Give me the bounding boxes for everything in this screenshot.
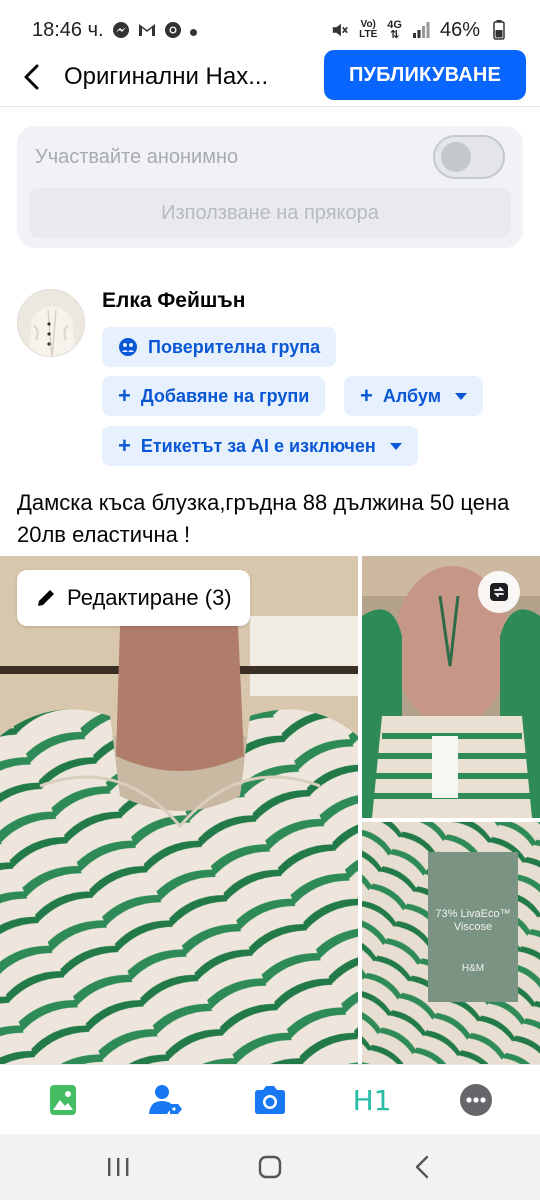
reorder-media-button[interactable] xyxy=(478,571,520,613)
chevron-down-icon xyxy=(455,392,468,400)
photo-main[interactable] xyxy=(0,556,358,1064)
back-arrow-icon xyxy=(24,64,39,90)
battery-icon xyxy=(490,20,508,40)
product-tag: 73% LivaEco™ Viscose H&M xyxy=(428,852,518,1002)
more-icon[interactable] xyxy=(456,1080,496,1120)
publish-button[interactable]: ПУБЛИКУВАНЕ xyxy=(324,50,526,100)
recents-icon[interactable] xyxy=(98,1152,138,1182)
heading-label: H1 xyxy=(352,1083,392,1117)
home-icon[interactable] xyxy=(250,1152,290,1182)
anonymous-label: Участвайте анонимно xyxy=(35,146,239,168)
camera-icon[interactable] xyxy=(250,1080,290,1120)
battery-percent: 46% xyxy=(439,18,480,41)
swap-icon xyxy=(490,583,508,601)
author-name: Елка Фейшън xyxy=(102,289,246,312)
toggle-knob xyxy=(441,142,471,172)
tag-brand: H&M xyxy=(461,963,485,974)
header-divider xyxy=(0,106,540,107)
add-groups-chip[interactable]: + Добавяне на групи xyxy=(102,376,326,416)
back-button[interactable] xyxy=(0,48,64,106)
plus-icon: + xyxy=(118,383,131,408)
anonymous-toggle[interactable] xyxy=(433,135,505,179)
signal-icon xyxy=(412,21,430,39)
composer-toolbar: H1 xyxy=(0,1064,540,1134)
photo-icon[interactable] xyxy=(43,1080,83,1120)
signal-type: 4G ⇅ xyxy=(387,19,402,41)
mute-icon xyxy=(331,21,349,39)
privacy-chip[interactable]: Поверителна група xyxy=(102,327,337,367)
avatar xyxy=(17,289,85,357)
edit-media-label: Редактиране (3) xyxy=(67,585,232,610)
status-time: 18:46 ч. xyxy=(32,18,104,41)
tag-composition: 73% LivaEco™ Viscose xyxy=(435,908,511,933)
use-alias-button[interactable]: Използване на прякора xyxy=(29,188,511,238)
photo-tag-view[interactable]: 73% LivaEco™ Viscose H&M xyxy=(362,822,540,1064)
back-nav-icon[interactable] xyxy=(402,1152,442,1182)
volte-indicator: Vo) LTE xyxy=(359,19,378,40)
chevron-down-icon xyxy=(389,442,402,450)
ai-label-chip[interactable]: + Етикетът за AI е изключен xyxy=(102,426,418,466)
privacy-chip-label: Поверителна група xyxy=(148,336,321,357)
heading-icon[interactable]: H1 xyxy=(352,1080,392,1120)
post-text[interactable]: Дамска къса блузка,гръдна 88 дължина 50 … xyxy=(17,487,527,551)
anonymous-posting-card: Участвайте анонимно Използване на прякор… xyxy=(17,126,523,248)
edit-media-button[interactable]: Редактиране (3) xyxy=(17,570,250,626)
album-chip[interactable]: + Албум xyxy=(344,376,484,416)
composer-header: Оригинални Нах... ПУБЛИКУВАНЕ xyxy=(0,48,540,106)
tag-people-icon[interactable] xyxy=(146,1080,186,1120)
dot-icon xyxy=(189,19,197,42)
chrome-icon xyxy=(164,21,182,39)
messenger-icon xyxy=(112,21,130,39)
add-groups-label: Добавяне на групи xyxy=(140,385,310,406)
plus-icon: + xyxy=(118,433,131,458)
plus-icon: + xyxy=(360,383,373,408)
group-icon xyxy=(119,338,137,356)
system-nav-bar xyxy=(0,1134,540,1200)
pencil-icon xyxy=(38,590,54,606)
group-title: Оригинални Нах... xyxy=(64,63,269,90)
gmail-icon xyxy=(138,21,156,39)
ai-label-text: Етикетът за AI е изключен xyxy=(140,435,376,456)
album-label: Албум xyxy=(382,385,442,406)
